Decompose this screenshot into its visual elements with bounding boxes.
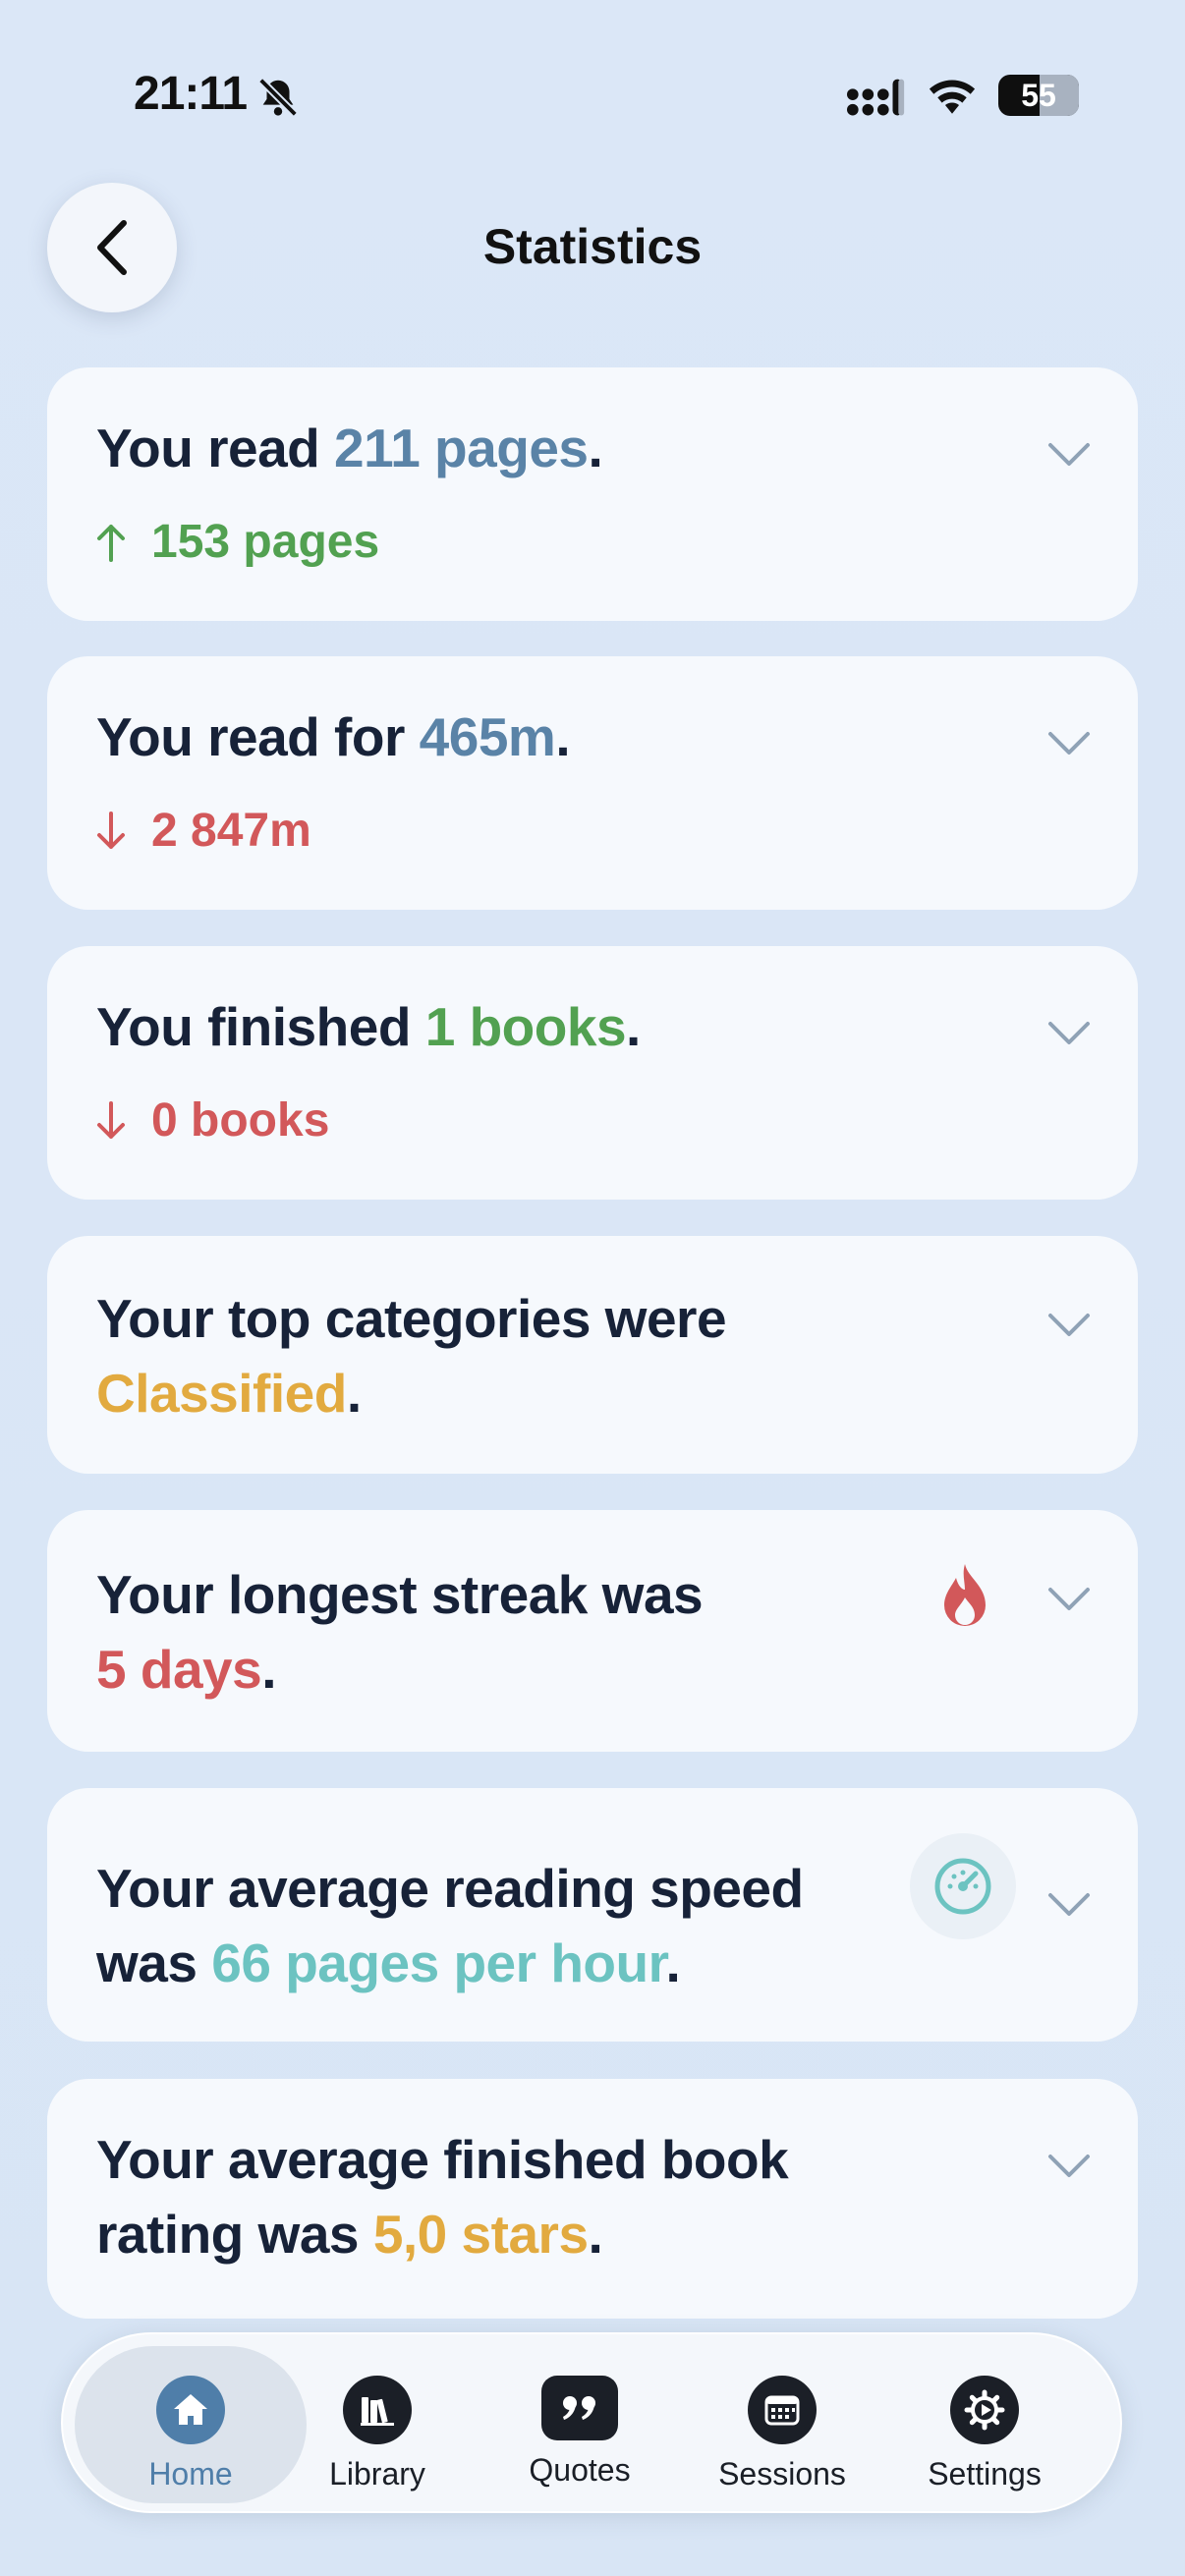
battery-level: 55: [1021, 78, 1056, 113]
categories-line2: Classified.: [96, 1363, 362, 1424]
tab-library-label: Library: [329, 2456, 425, 2492]
top-categories-card[interactable]: Your top categories were Classified.: [47, 1236, 1138, 1474]
tab-settings[interactable]: Settings: [886, 2346, 1083, 2503]
rating-line1: Your average finished book: [96, 2129, 789, 2190]
speed-line2: was 66 pages per hour.: [96, 1932, 681, 1993]
reading-speed-card[interactable]: Your average reading speed was 66 pages …: [47, 1788, 1138, 2042]
books-finished-card[interactable]: You finished 1 books. 0 books: [47, 946, 1138, 1200]
arrow-down-icon: [97, 1100, 125, 1139]
flame-icon: [916, 1547, 1014, 1646]
chevron-down-icon[interactable]: [1047, 1892, 1091, 1918]
tab-sessions[interactable]: Sessions: [684, 2346, 880, 2503]
chevron-down-icon[interactable]: [1047, 2154, 1091, 2179]
home-icon: [156, 2376, 225, 2444]
speed-line1: Your average reading speed: [96, 1858, 804, 1919]
pages-read-text: You read 211 pages.: [96, 418, 603, 478]
streak-line2: 5 days.: [96, 1639, 277, 1700]
pages-read-card[interactable]: You read 211 pages. 153 pages: [47, 367, 1138, 621]
categories-line1: Your top categories were: [96, 1288, 727, 1349]
quote-icon: [541, 2376, 618, 2440]
status-bar: 21:11 55: [0, 0, 1185, 187]
books-change: 0 books: [96, 1093, 329, 1148]
tab-bar: Home Library Quotes Sessions Settings: [61, 2332, 1122, 2513]
battery-icon: 55: [998, 75, 1079, 116]
tab-home-label: Home: [148, 2456, 233, 2492]
chevron-down-icon[interactable]: [1047, 731, 1091, 756]
time-read-card[interactable]: You read for 465m. 2 847m: [47, 656, 1138, 910]
speedometer-icon: [910, 1833, 1016, 1939]
gear-icon: [950, 2376, 1019, 2444]
streak-line1: Your longest streak was: [96, 1564, 704, 1625]
books-finished-text: You finished 1 books.: [96, 996, 641, 1057]
time-read-value: 465m: [419, 706, 556, 767]
top-category-value: Classified: [96, 1363, 347, 1424]
page-title: Statistics: [482, 219, 703, 274]
books-icon: [343, 2376, 412, 2444]
chevron-down-icon[interactable]: [1047, 1313, 1091, 1338]
books-finished-value: 1 books: [424, 996, 627, 1057]
arrow-down-icon: [97, 811, 125, 849]
chevron-down-icon[interactable]: [1047, 442, 1091, 468]
chevron-down-icon[interactable]: [1047, 1021, 1091, 1046]
rating-line2: rating was 5,0 stars.: [96, 2204, 603, 2265]
signal-icon: [847, 79, 905, 116]
bell-slash-icon: [258, 78, 298, 117]
wifi-icon: [929, 80, 976, 114]
time-change: 2 847m: [96, 804, 311, 858]
longest-streak-card[interactable]: Your longest streak was 5 days.: [47, 1510, 1138, 1752]
speed-value: 66 pages per hour: [211, 1932, 666, 1993]
pages-read-value: 211 pages: [334, 418, 589, 478]
time-read-text: You read for 465m.: [96, 706, 571, 767]
calendar-icon: [748, 2376, 817, 2444]
tab-sessions-label: Sessions: [718, 2456, 846, 2492]
tab-settings-label: Settings: [928, 2456, 1042, 2492]
arrow-up-icon: [97, 524, 125, 562]
tab-quotes[interactable]: Quotes: [481, 2346, 678, 2503]
tab-library[interactable]: Library: [279, 2346, 476, 2503]
tab-home[interactable]: Home: [75, 2346, 307, 2503]
statistics-screen: 21:11 55 Statistics You read 211 pages. …: [0, 0, 1185, 2576]
pages-change: 153 pages: [96, 515, 379, 569]
chevron-down-icon[interactable]: [1047, 1587, 1091, 1612]
average-rating-card[interactable]: Your average finished book rating was 5,…: [47, 2079, 1138, 2319]
streak-value: 5 days: [96, 1639, 262, 1700]
tab-quotes-label: Quotes: [529, 2452, 631, 2488]
rating-value: 5,0 stars: [372, 2204, 589, 2265]
status-time: 21:11: [134, 68, 248, 120]
